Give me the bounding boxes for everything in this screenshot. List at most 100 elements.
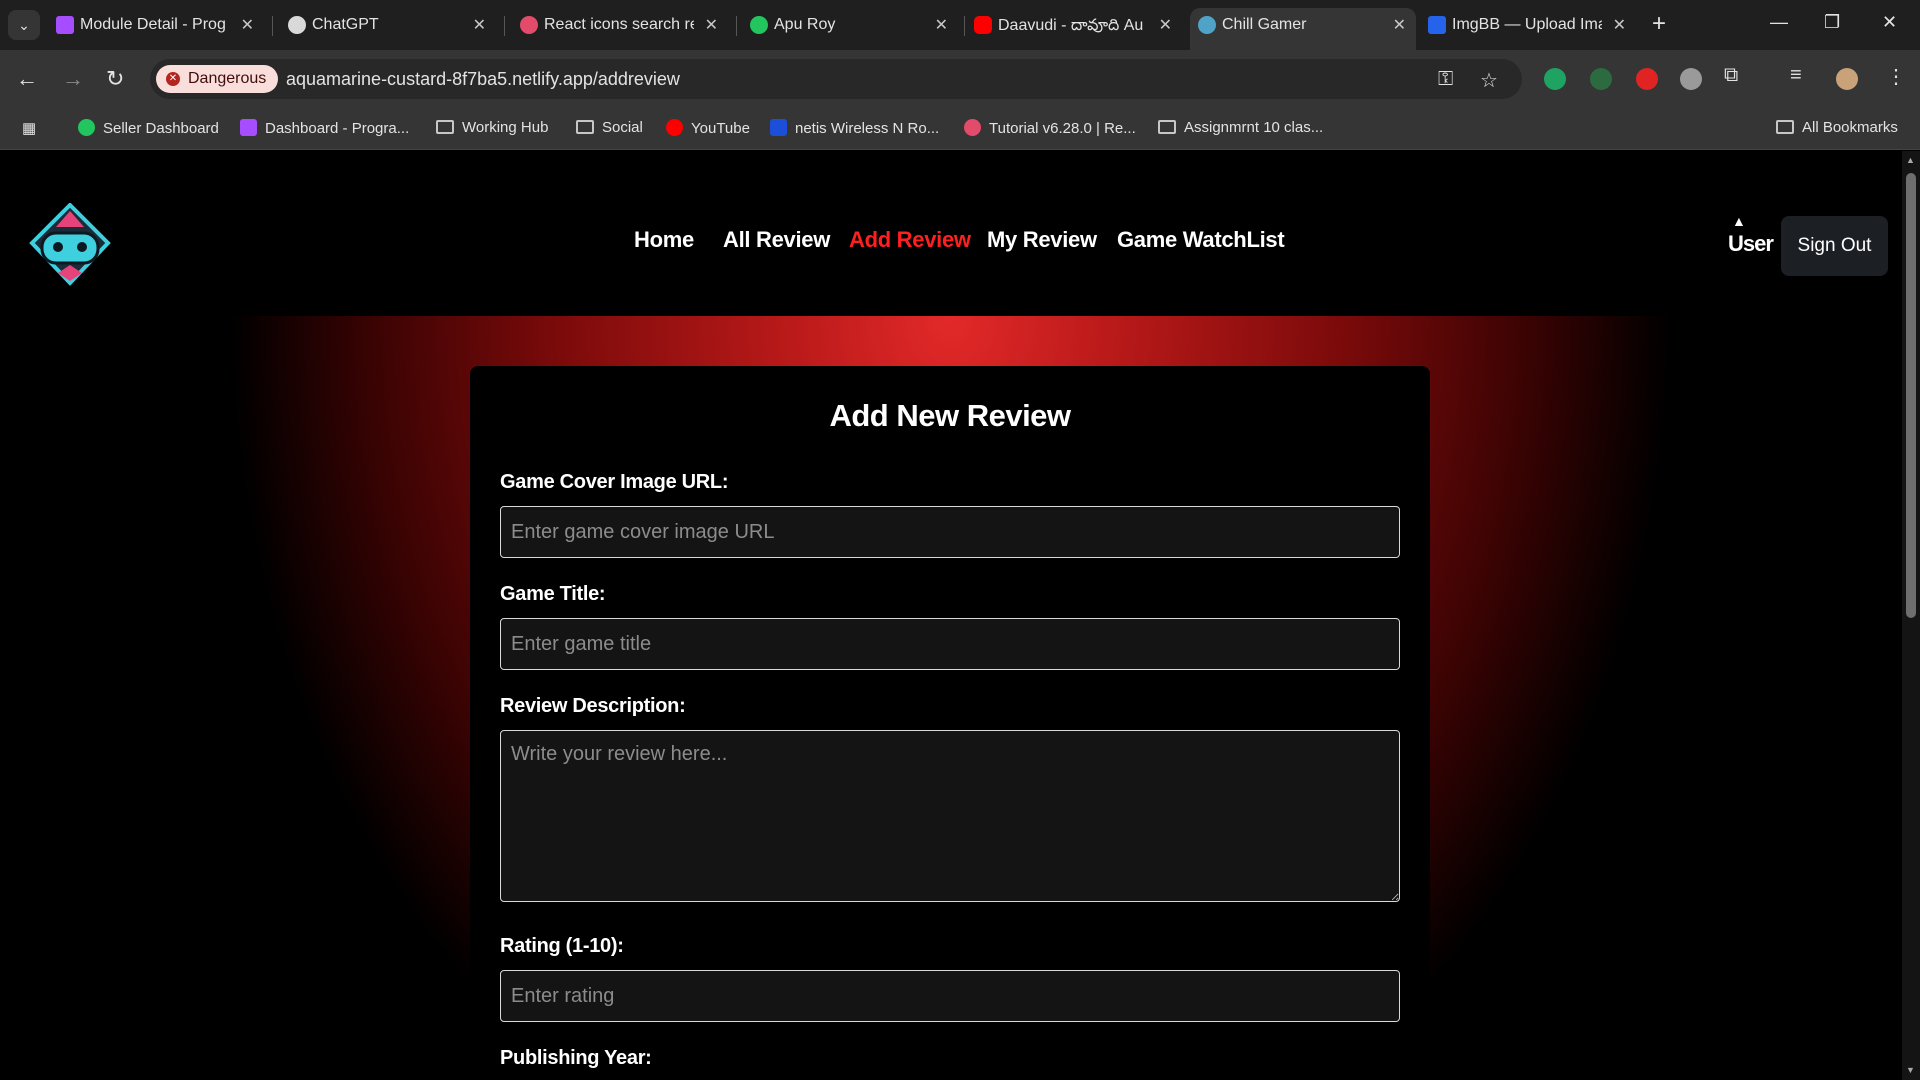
star-icon[interactable]: ☆ (1480, 68, 1498, 93)
bookmark-folder-assignment[interactable]: Assignmrnt 10 clas... (1158, 119, 1323, 136)
address-bar[interactable]: ✕ Dangerous aquamarine-custard-8f7ba5.ne… (150, 59, 1522, 99)
extension-audio-icon[interactable] (1590, 68, 1612, 90)
minimize-button[interactable]: — (1770, 12, 1788, 33)
netis-favicon-icon (770, 119, 787, 136)
browser-tab[interactable]: Apu Roy ✕ (742, 8, 958, 42)
extension-globe-icon[interactable] (1680, 68, 1702, 90)
tab-title: Daavudi - దావూది Au (998, 17, 1144, 34)
bookmark-seller-dashboard[interactable]: Seller Dashboard (78, 119, 219, 137)
nav-game-watchlist[interactable]: Game WatchList (1117, 227, 1285, 253)
scroll-thumb[interactable] (1906, 173, 1916, 618)
youtube-icon (666, 119, 683, 136)
close-icon[interactable]: ✕ (1159, 15, 1172, 35)
tab-title: Chill Gamer (1222, 16, 1307, 33)
reload-button[interactable]: ↻ (106, 66, 124, 92)
youtube-favicon-icon (974, 16, 992, 34)
programming-hero-favicon-icon (56, 16, 74, 34)
tab-search-button[interactable]: ⌄ (8, 10, 40, 40)
form-title: Add New Review (829, 398, 1071, 433)
react-router-favicon-icon (964, 119, 981, 136)
close-icon[interactable]: ✕ (473, 15, 486, 35)
folder-icon (576, 120, 594, 134)
rating-label: Rating (1-10): (500, 935, 624, 957)
add-review-form: Add New Review Game Cover Image URL: Gam… (470, 366, 1430, 1080)
warning-icon: ✕ (166, 72, 180, 86)
sign-out-button[interactable]: Sign Out (1781, 216, 1888, 276)
tab-title: Module Detail - Prog (80, 16, 226, 33)
folder-icon (1776, 120, 1794, 134)
bookmark-folder-working-hub[interactable]: Working Hub (436, 119, 548, 136)
restore-button[interactable]: ❐ (1824, 12, 1840, 33)
kebab-menu-icon[interactable]: ⋮ (1886, 64, 1906, 89)
tab-title: ImgBB — Upload Ima (1452, 16, 1602, 33)
key-icon[interactable]: ⚿ (1438, 68, 1453, 91)
tab-strip: ⌄ Module Detail - Prog ✕ ChatGPT ✕ React… (0, 0, 1920, 50)
apps-icon[interactable]: ▦ (22, 119, 36, 137)
review-description-textarea[interactable] (500, 730, 1400, 902)
folder-icon (436, 120, 454, 134)
new-tab-button[interactable]: + (1652, 10, 1666, 38)
forward-button[interactable]: → (62, 66, 84, 92)
chill-gamer-favicon-icon (1198, 16, 1216, 34)
puzzle-icon[interactable]: ⧉ (1724, 64, 1738, 87)
seller-favicon-icon (78, 119, 95, 136)
scroll-down-icon[interactable]: ▼ (1906, 1065, 1915, 1075)
close-icon[interactable]: ✕ (935, 15, 948, 35)
close-icon[interactable]: ✕ (705, 15, 718, 35)
user-avatar-alt-text: User (1728, 231, 1774, 256)
react-icons-favicon-icon (520, 16, 538, 34)
tab-title: Apu Roy (774, 16, 836, 33)
reload-icon: ↻ (106, 66, 125, 91)
bookmarks-bar: ▦ Seller Dashboard Dashboard - Progra...… (0, 108, 1920, 150)
chevron-down-icon: ⌄ (18, 17, 30, 33)
page-viewport: Home All Review Add Review My Review Gam… (0, 151, 1902, 1080)
chat-favicon-icon (750, 16, 768, 34)
nav-all-review[interactable]: All Review (723, 227, 830, 253)
folder-icon (1158, 120, 1176, 134)
game-title-input[interactable] (500, 618, 1400, 670)
bookmark-folder-social[interactable]: Social (576, 119, 643, 136)
media-control-icon[interactable]: ≡ (1790, 64, 1802, 87)
extension-sync-icon[interactable] (1544, 68, 1566, 90)
game-title-label: Game Title: (500, 583, 606, 605)
bookmark-tutorial[interactable]: Tutorial v6.28.0 | Re... (964, 119, 1136, 137)
programming-hero-favicon-icon (240, 119, 257, 136)
site-navbar: Home All Review Add Review My Review Gam… (0, 151, 1902, 316)
bookmark-dashboard[interactable]: Dashboard - Progra... (240, 119, 409, 137)
tab-title: ChatGPT (312, 16, 379, 33)
close-icon[interactable]: ✕ (1393, 15, 1406, 35)
scroll-up-icon[interactable]: ▲ (1906, 155, 1915, 165)
nav-my-review[interactable]: My Review (987, 227, 1097, 253)
nav-add-review[interactable]: Add Review (849, 227, 971, 253)
close-icon[interactable]: ✕ (241, 15, 254, 35)
security-badge[interactable]: ✕ Dangerous (156, 65, 279, 93)
user-avatar[interactable]: ▲ User (1728, 213, 1774, 256)
extension-hand-icon[interactable] (1636, 68, 1658, 90)
browser-tab[interactable]: React icons search re ✕ (512, 8, 728, 42)
cover-url-input[interactable] (500, 506, 1400, 558)
close-window-button[interactable]: ✕ (1882, 12, 1897, 33)
browser-tab[interactable]: Daavudi - దావూది Au ✕ (966, 8, 1182, 42)
bookmark-netis[interactable]: netis Wireless N Ro... (770, 119, 939, 137)
gamepad-logo-icon[interactable] (28, 203, 112, 287)
chatgpt-favicon-icon (288, 16, 306, 34)
avatar[interactable] (1836, 68, 1858, 90)
browser-tab[interactable]: ChatGPT ✕ (280, 8, 496, 42)
close-icon[interactable]: ✕ (1613, 15, 1626, 35)
page-scrollbar[interactable]: ▲ ▼ (1902, 151, 1920, 1080)
back-button[interactable]: ← (16, 66, 38, 92)
publishing-year-label: Publishing Year: (500, 1047, 652, 1069)
browser-tab[interactable]: ImgBB — Upload Ima ✕ (1420, 8, 1636, 42)
all-bookmarks-button[interactable]: All Bookmarks (1776, 119, 1898, 136)
browser-tab-active[interactable]: Chill Gamer ✕ (1190, 8, 1416, 50)
rating-input[interactable] (500, 970, 1400, 1022)
plus-icon: + (1652, 10, 1667, 37)
arrow-right-icon: → (62, 66, 84, 91)
review-description-label: Review Description: (500, 695, 686, 717)
nav-home[interactable]: Home (634, 227, 694, 253)
browser-tab[interactable]: Module Detail - Prog ✕ (48, 8, 264, 42)
broken-image-icon: ▲ (1732, 213, 1746, 229)
security-label: Dangerous (188, 70, 267, 87)
url-text[interactable]: aquamarine-custard-8f7ba5.netlify.app/ad… (286, 69, 680, 90)
bookmark-youtube[interactable]: YouTube (666, 119, 750, 137)
